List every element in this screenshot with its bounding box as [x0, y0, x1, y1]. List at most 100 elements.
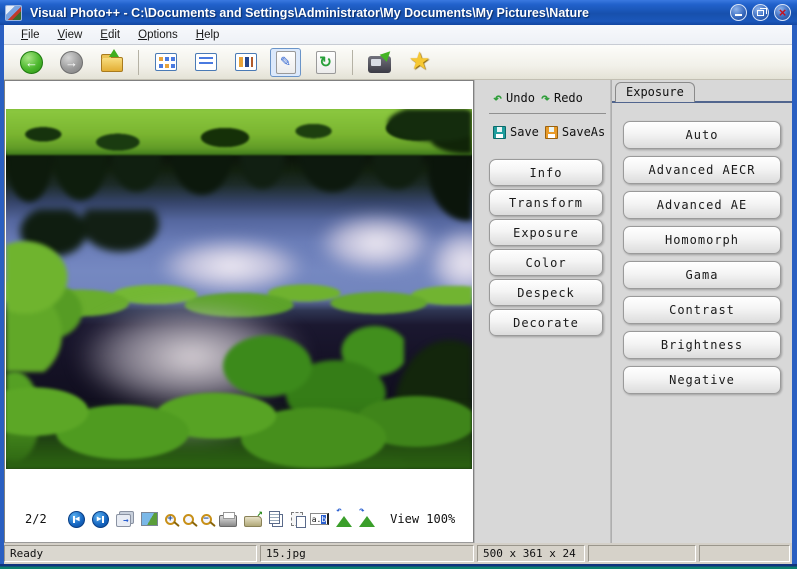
zoom-actual-button[interactable]: [183, 510, 194, 528]
zoom-in-icon: +: [165, 514, 176, 525]
save-as-icon: [545, 126, 558, 139]
photo-bottom-grass: [6, 387, 472, 469]
detail-view-button[interactable]: [230, 48, 261, 77]
decorate-button[interactable]: Decorate: [489, 309, 603, 336]
menu-edit[interactable]: Edit: [91, 27, 129, 43]
copy-icon: [269, 511, 280, 524]
undo-label: Undo: [506, 91, 535, 105]
photo-nature: [6, 109, 472, 469]
rename-icon: a.b: [310, 513, 329, 525]
transform-button[interactable]: Transform: [489, 189, 603, 216]
status-dimensions: 500 x 361 x 24: [477, 545, 585, 562]
menu-options[interactable]: Options: [129, 27, 187, 43]
list-view-button[interactable]: [190, 48, 221, 77]
refresh-page-icon: ↻: [316, 51, 336, 74]
tab-exposure[interactable]: Exposure: [615, 82, 695, 102]
menu-help[interactable]: Help: [187, 27, 229, 43]
window-title: Visual Photo++ - C:\Documents and Settin…: [30, 6, 730, 20]
status-filename: 15.jpg: [260, 545, 474, 562]
print-button[interactable]: [219, 510, 237, 528]
advanced-ae-button[interactable]: Advanced AE: [623, 191, 781, 219]
fit-window-button[interactable]: [141, 510, 158, 528]
export-button[interactable]: [364, 48, 395, 77]
negative-button[interactable]: Negative: [623, 366, 781, 394]
advanced-aecr-button[interactable]: Advanced AECR: [623, 156, 781, 184]
edit-view-icon: ✎: [276, 51, 296, 74]
back-icon: ←: [20, 51, 43, 74]
forward-icon: →: [60, 51, 83, 74]
refresh-button[interactable]: ↻: [310, 48, 341, 77]
fit-window-icon: [141, 512, 158, 526]
viewer-toolbar: 2/2 ◀ ▶ → + − ↗ a.b ↶ ↷ View 100%: [5, 508, 473, 530]
homomorph-button[interactable]: Homomorph: [623, 226, 781, 254]
app-icon: [5, 5, 22, 21]
exposure-button-list: Auto Advanced AECR Advanced AE Homomorph…: [623, 121, 781, 394]
printer-icon: [219, 515, 237, 527]
rotate-left-button[interactable]: ↶: [336, 510, 352, 528]
photo-top-trees: [352, 109, 472, 157]
zoom-out-button[interactable]: −: [201, 510, 212, 528]
restore-button[interactable]: [752, 4, 769, 21]
close-button[interactable]: ×: [774, 4, 791, 21]
rotate-right-button[interactable]: ↷: [359, 510, 375, 528]
gama-button[interactable]: Gama: [623, 261, 781, 289]
slideshow-button[interactable]: →: [116, 510, 134, 528]
window-bottom-border: [0, 564, 797, 569]
redo-button[interactable]: ↷Redo: [541, 91, 583, 106]
menu-file[interactable]: File: [12, 27, 49, 43]
zoom-out-icon: −: [201, 514, 212, 525]
menubar: File View Edit Options Help: [4, 25, 792, 45]
redo-label: Redo: [554, 91, 583, 105]
back-button[interactable]: ←: [16, 48, 47, 77]
save-icon: [493, 126, 506, 139]
info-button[interactable]: Info: [489, 159, 603, 186]
exposure-panel: Exposure Auto Advanced AECR Advanced AE …: [612, 80, 792, 543]
app-window: Visual Photo++ - C:\Documents and Settin…: [0, 0, 797, 569]
content-area: 2/2 ◀ ▶ → + − ↗ a.b ↶ ↷ View 100%: [4, 80, 792, 543]
zoom-in-button[interactable]: +: [165, 510, 176, 528]
pencil-icon: ✎: [280, 54, 291, 70]
last-image-button[interactable]: ▶: [92, 510, 109, 528]
previous-icon: ◀: [68, 511, 85, 528]
rename-button[interactable]: a.b: [310, 510, 329, 528]
favorites-button[interactable]: ★: [404, 48, 435, 77]
list-view-icon: [195, 53, 217, 71]
save-button[interactable]: Save: [493, 125, 539, 139]
paste-button[interactable]: [291, 510, 303, 528]
rotate-left-icon: ↶: [336, 516, 352, 527]
despeck-button[interactable]: Despeck: [489, 279, 603, 306]
page-indicator: 2/2: [25, 512, 47, 526]
undo-icon: ↶: [493, 91, 502, 106]
status-empty-panel: [699, 545, 790, 562]
undo-button[interactable]: ↶ Undo: [493, 91, 535, 106]
menu-view[interactable]: View: [49, 27, 92, 43]
color-button[interactable]: Color: [489, 249, 603, 276]
save-as-button[interactable]: SaveAs: [545, 125, 605, 139]
thumbnail-view-button[interactable]: [150, 48, 181, 77]
undo-redo-row: ↶ Undo ↷Redo: [475, 86, 610, 110]
auto-button[interactable]: Auto: [623, 121, 781, 149]
next-icon: ▶: [92, 511, 109, 528]
detail-view-icon: [235, 53, 257, 71]
exposure-button[interactable]: Exposure: [489, 219, 603, 246]
paste-icon: [291, 512, 303, 526]
save-as-label: SaveAs: [562, 125, 605, 139]
folder-up-button[interactable]: [96, 48, 127, 77]
first-image-button[interactable]: ◀: [68, 510, 85, 528]
brightness-button[interactable]: Brightness: [623, 331, 781, 359]
copy-button[interactable]: [269, 510, 284, 528]
status-message: Ready: [4, 545, 257, 562]
save-label: Save: [510, 125, 539, 139]
statusbar: Ready 15.jpg 500 x 361 x 24: [4, 543, 792, 564]
rotate-right-icon: ↷: [359, 516, 375, 527]
tool-category-list: Info Transform Exposure Color Despeck De…: [475, 159, 610, 336]
scan-button[interactable]: ↗: [244, 510, 262, 528]
contrast-button[interactable]: Contrast: [623, 296, 781, 324]
toolbar-separator: [352, 50, 353, 75]
titlebar: Visual Photo++ - C:\Documents and Settin…: [0, 0, 797, 25]
edit-view-button[interactable]: ✎: [270, 48, 301, 77]
close-icon: ×: [775, 5, 790, 20]
star-icon: ★: [409, 50, 431, 74]
minimize-button[interactable]: [730, 4, 747, 21]
forward-button[interactable]: →: [56, 48, 87, 77]
